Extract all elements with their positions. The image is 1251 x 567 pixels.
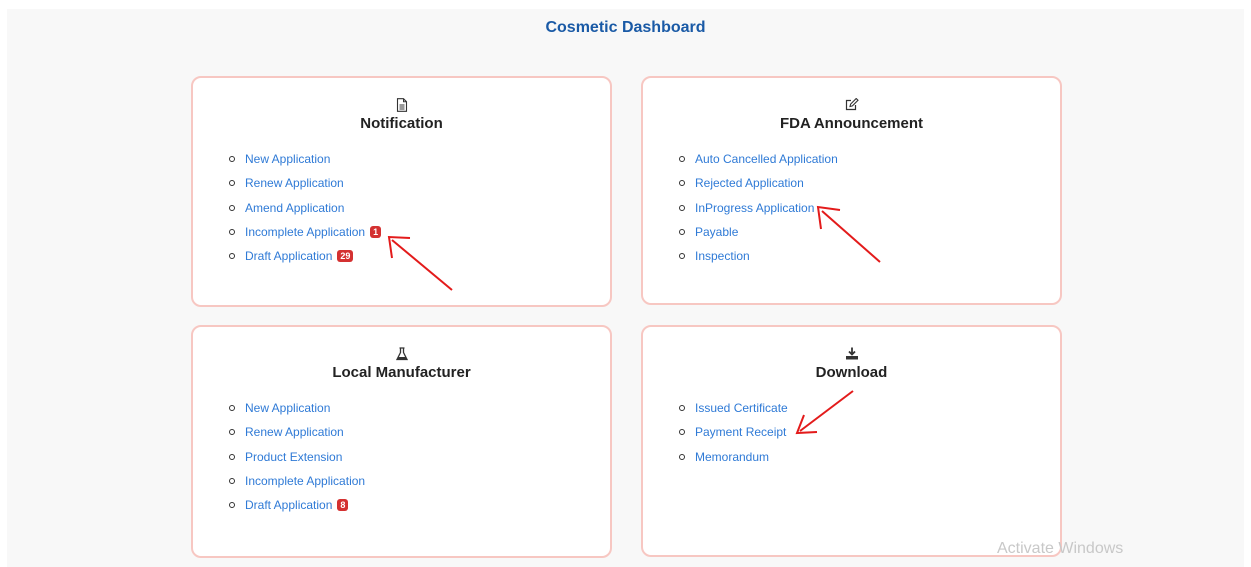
dashboard-page: Cosmetic Dashboard Notification New Appl… bbox=[7, 9, 1244, 567]
document-icon bbox=[193, 98, 610, 114]
link-memorandum[interactable]: Memorandum bbox=[679, 450, 788, 474]
local-manufacturer-card: Local Manufacturer New Application Renew… bbox=[191, 325, 612, 558]
link-inspection[interactable]: Inspection bbox=[679, 249, 838, 273]
card-title: Download bbox=[815, 364, 888, 381]
windows-activation-watermark: Activate Windows bbox=[997, 540, 1124, 557]
page-title: Cosmetic Dashboard bbox=[545, 19, 706, 36]
link-payment-receipt[interactable]: Payment Receipt bbox=[679, 425, 788, 449]
fda-announcement-card: FDA Announcement Auto Cancelled Applicat… bbox=[641, 76, 1062, 305]
link-draft-application[interactable]: Draft Application 8 bbox=[229, 498, 365, 522]
card-header: Download bbox=[643, 347, 1060, 381]
edit-icon bbox=[643, 98, 1060, 114]
count-badge: 29 bbox=[337, 250, 354, 263]
link-amend-application[interactable]: Amend Application bbox=[229, 201, 381, 225]
card-title: Notification bbox=[360, 115, 443, 132]
link-draft-application[interactable]: Draft Application 29 bbox=[229, 249, 381, 273]
download-icon bbox=[643, 347, 1060, 363]
link-inprogress-application[interactable]: InProgress Application bbox=[679, 201, 838, 225]
download-links: Issued Certificate Payment Receipt Memor… bbox=[679, 401, 788, 474]
link-payable[interactable]: Payable bbox=[679, 225, 838, 249]
link-new-application[interactable]: New Application bbox=[229, 152, 381, 176]
link-renew-application[interactable]: Renew Application bbox=[229, 425, 365, 449]
link-issued-certificate[interactable]: Issued Certificate bbox=[679, 401, 788, 425]
notification-card: Notification New Application Renew Appli… bbox=[191, 76, 612, 307]
card-title: FDA Announcement bbox=[779, 115, 924, 132]
fda-announcement-links: Auto Cancelled Application Rejected Appl… bbox=[679, 152, 838, 273]
download-card: Download Issued Certificate Payment Rece… bbox=[641, 325, 1062, 557]
card-header: Notification bbox=[193, 98, 610, 132]
card-header: Local Manufacturer bbox=[193, 347, 610, 381]
link-incomplete-application[interactable]: Incomplete Application 1 bbox=[229, 225, 382, 249]
card-title: Local Manufacturer bbox=[332, 364, 471, 381]
link-rejected-application[interactable]: Rejected Application bbox=[679, 176, 838, 200]
link-product-extension[interactable]: Product Extension bbox=[229, 450, 365, 474]
count-badge: 1 bbox=[370, 225, 382, 238]
link-auto-cancelled-application[interactable]: Auto Cancelled Application bbox=[679, 152, 838, 176]
card-header: FDA Announcement bbox=[643, 98, 1060, 132]
flask-icon bbox=[193, 347, 610, 363]
notification-links: New Application Renew Application Amend … bbox=[229, 152, 382, 273]
link-renew-application[interactable]: Renew Application bbox=[229, 176, 381, 200]
local-manufacturer-links: New Application Renew Application Produc… bbox=[229, 401, 365, 522]
link-incomplete-application[interactable]: Incomplete Application bbox=[229, 474, 365, 498]
count-badge: 8 bbox=[337, 499, 349, 512]
link-new-application[interactable]: New Application bbox=[229, 401, 365, 425]
